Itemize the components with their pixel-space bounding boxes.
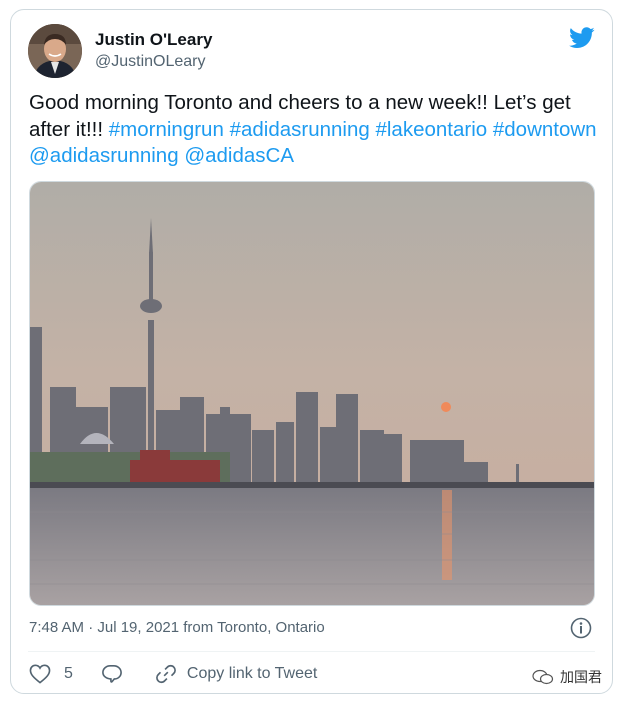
- copy-link-label: Copy link to Tweet: [186, 665, 318, 682]
- author-name[interactable]: Justin O'Leary: [95, 30, 212, 50]
- hashtag-link[interactable]: #downtown: [493, 118, 597, 141]
- hashtag-link[interactable]: #morningrun: [109, 118, 224, 141]
- watermark: 加国君: [532, 667, 602, 687]
- hashtag-link[interactable]: #lakeontario: [375, 118, 487, 141]
- tweet-text: Good morning Toronto and cheers to a new…: [29, 90, 599, 170]
- wechat-icon: [532, 669, 554, 685]
- reply-bubble-icon: [101, 665, 122, 683]
- like-button[interactable]: 5: [29, 664, 73, 684]
- watermark-text: 加国君: [560, 669, 602, 685]
- tweet-timestamp[interactable]: 7:48 AM · Jul 19, 2021 from Toronto, Ont…: [29, 619, 325, 636]
- hashtag-link[interactable]: #adidasrunning: [230, 118, 370, 141]
- heart-icon: [29, 664, 51, 684]
- divider: [28, 651, 595, 652]
- tweet-actions: 5 Copy link to Tweet: [29, 662, 317, 686]
- reply-button[interactable]: [101, 664, 123, 684]
- mention-link[interactable]: @adidasCA: [184, 144, 294, 167]
- avatar[interactable]: [28, 24, 82, 78]
- info-icon[interactable]: [570, 617, 592, 639]
- mention-link[interactable]: @adidasrunning: [29, 144, 179, 167]
- like-count: 5: [64, 665, 73, 682]
- link-icon: [155, 664, 176, 684]
- twitter-bird-icon[interactable]: [569, 27, 595, 49]
- copy-link-button[interactable]: Copy link to Tweet: [155, 663, 317, 685]
- author-handle[interactable]: @JustinOLeary: [95, 53, 206, 71]
- tweet-card: Justin O'Leary @JustinOLeary Good mornin…: [10, 9, 613, 694]
- tweet-photo[interactable]: [29, 181, 595, 606]
